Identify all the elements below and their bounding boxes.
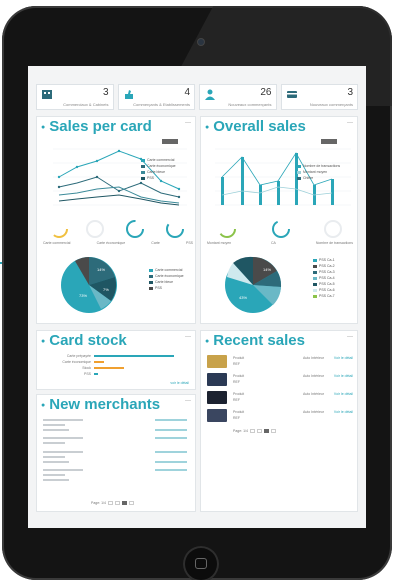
stat-value: 26 — [260, 87, 272, 98]
stat-label: Commerçants & Etablissements — [133, 102, 190, 107]
sale-item[interactable]: Produit REF Auto Intérieur Voir le détai… — [207, 391, 353, 405]
new-merchants-panel: ● New merchants — Page: 1/4 — [36, 394, 196, 512]
sale-item[interactable]: Produit REF Auto Intérieur Voir le détai… — [207, 355, 353, 369]
sale-detail-link[interactable]: Voir le détail — [334, 356, 353, 360]
stock-rows: Carte prépayée Carte économique Stock PS… — [45, 353, 191, 377]
panel-title: ● Recent sales — [205, 332, 305, 349]
gauge-row — [50, 220, 184, 238]
tablet-device: 3 Commerciaux & Cabinets 4 Commerçants &… — [2, 6, 392, 580]
sales-per-card-panel: ● Sales per card — Carte commercial Carte… — [36, 116, 196, 324]
stat-label: Commerciaux & Cabinets — [63, 102, 109, 107]
card-stock-panel: ● Card stock — Carte prépayée Carte écono… — [36, 330, 196, 390]
pie-legend: PSS Ca-1 PSS Ca-2 PSS Ca-3 PSS Ca-4 PSS … — [313, 257, 335, 299]
list-item — [43, 469, 83, 471]
hand-icon — [124, 90, 133, 99]
minimize-icon[interactable]: — — [185, 398, 191, 404]
bar — [259, 185, 262, 205]
office-icon — [42, 90, 52, 99]
minimize-icon[interactable]: — — [185, 334, 191, 340]
minimize-icon[interactable]: — — [347, 120, 353, 126]
svg-text:14%: 14% — [97, 267, 105, 272]
overall-sales-pie-chart: 43% 14% — [225, 256, 282, 313]
bar — [221, 177, 224, 205]
sales-pager[interactable]: Page: 1/4 — [233, 429, 276, 433]
series-line — [58, 194, 180, 206]
pie-legend: Carte commercial Carte économique Carte … — [149, 267, 184, 291]
panel-title: ● Card stock — [41, 332, 127, 349]
stock-detail-link[interactable]: voir le détail — [170, 381, 189, 385]
card-thumbnail — [207, 391, 227, 404]
overall-sales-panel: ● Overall sales — Nombre de transactions… — [200, 116, 358, 324]
minimize-icon[interactable]: — — [185, 120, 191, 126]
gauge-labels: Carte commercial Carte économique Carte PSS — [43, 241, 193, 245]
stat-value: 3 — [347, 87, 353, 98]
bar — [241, 157, 244, 205]
sale-detail-link[interactable]: Voir le détail — [334, 392, 353, 396]
card-thumbnail — [207, 409, 227, 422]
panel-title: ● Overall sales — [205, 118, 306, 135]
minimize-icon[interactable]: — — [347, 334, 353, 340]
gauge-labels: Montant moyen CA Nombre de transactions — [207, 241, 353, 245]
list-item — [43, 437, 83, 439]
svg-text:7%: 7% — [103, 287, 109, 292]
svg-text:73%: 73% — [79, 293, 87, 298]
svg-text:14%: 14% — [263, 267, 271, 272]
card-thumbnail — [207, 355, 227, 368]
stat-card-new-merchants[interactable]: 26 Nouveaux commerçants — [199, 84, 277, 110]
sale-item[interactable]: Produit REF Auto Intérieur Voir le détai… — [207, 373, 353, 387]
combo-legend: Nombre de transactions Montant moyen Chi… — [297, 163, 340, 181]
panel-title: ● Sales per card — [41, 118, 152, 135]
bar — [331, 179, 334, 205]
merchant-list — [43, 419, 187, 481]
recent-sales-panel: ● Recent sales — Produit REF Auto Intérie… — [200, 330, 358, 512]
card-icon — [286, 91, 297, 98]
stat-value: 4 — [184, 87, 190, 98]
list-item — [43, 451, 83, 453]
user-icon — [205, 89, 215, 100]
gauge-row — [218, 220, 342, 238]
period-button — [162, 139, 178, 144]
stat-card-cards[interactable]: 3 Nouveaux commerçants — [280, 84, 358, 110]
card-thumbnail — [207, 373, 227, 386]
dashboard-screen: 3 Commerciaux & Cabinets 4 Commerçants &… — [28, 66, 366, 528]
svg-text:43%: 43% — [239, 295, 247, 300]
stat-value: 3 — [102, 87, 109, 98]
period-button — [321, 139, 337, 144]
stat-card-merchants[interactable]: 4 Commerçants & Etablissements — [117, 84, 195, 110]
panel-title: ● New merchants — [41, 396, 161, 413]
camera-icon — [198, 39, 204, 45]
bar — [277, 181, 280, 205]
line-legend: Carte commercial Carte économique Carte … — [141, 157, 176, 181]
sale-item[interactable]: Produit REF Auto Intérieur Voir le détai… — [207, 409, 353, 423]
sale-detail-link[interactable]: Voir le détail — [334, 410, 353, 414]
merchant-pager[interactable]: Page: 1/4 — [91, 501, 134, 505]
sale-detail-link[interactable]: Voir le détail — [334, 374, 353, 378]
stats-row: 3 Commerciaux & Cabinets 4 Commerçants &… — [36, 84, 358, 110]
home-button[interactable] — [183, 546, 219, 580]
sales-per-card-pie-chart: 73% 14% 7% — [61, 257, 117, 313]
list-item — [43, 419, 83, 421]
stat-label: Nouveaux commerçants — [228, 102, 272, 107]
stat-card-offices[interactable]: 3 Commerciaux & Cabinets — [36, 84, 114, 110]
stat-label: Nouveaux commerçants — [309, 102, 353, 107]
stock-row: PSS — [45, 371, 191, 377]
